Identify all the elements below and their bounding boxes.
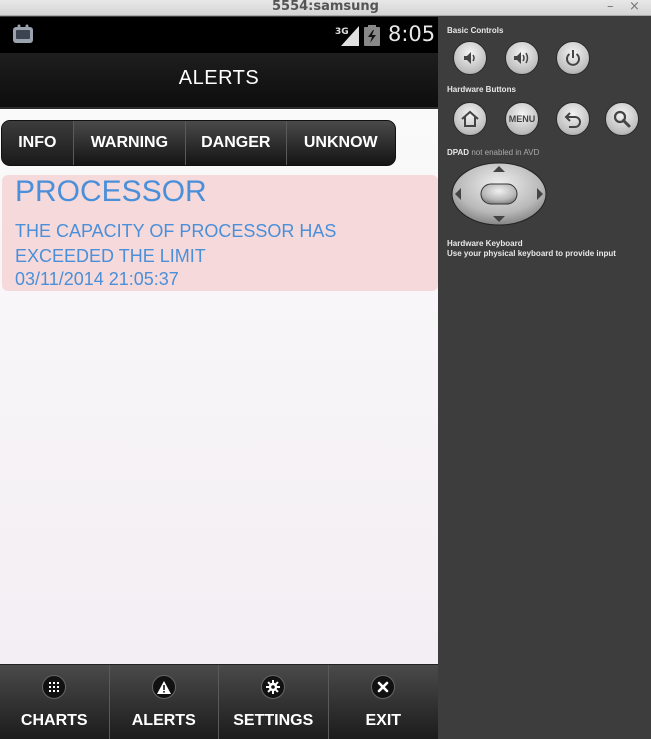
gear-icon: [261, 675, 286, 699]
back-button[interactable]: [556, 102, 590, 136]
tab-alerts[interactable]: ALERTS: [110, 665, 219, 739]
filter-warning[interactable]: WARNING: [74, 121, 187, 165]
filter-info[interactable]: INFO: [2, 121, 74, 165]
status-bar: 3G 8:05: [0, 17, 438, 53]
volume-down-button[interactable]: [453, 41, 487, 75]
alerts-content: INFO WARNING DANGER UNKNOW PROCESSOR THE…: [0, 109, 438, 664]
power-icon: [566, 50, 580, 66]
dpad-note: not enabled in AVD: [471, 148, 540, 157]
bottom-tab-bar: CHARTS ALERTS SETTINGS EXIT: [0, 664, 438, 739]
tab-label: CHARTS: [20, 712, 88, 729]
volume-down-icon: [464, 52, 475, 64]
hardware-buttons-label: Hardware Buttons: [447, 85, 516, 94]
tab-settings[interactable]: SETTINGS: [219, 665, 329, 739]
page-title: ALERTS: [178, 67, 260, 89]
tab-charts[interactable]: CHARTS: [0, 665, 110, 739]
network-type: 3G: [335, 27, 349, 37]
warning-icon: [151, 675, 176, 699]
tab-exit[interactable]: EXIT: [329, 665, 439, 739]
status-clock: 8:05: [388, 22, 436, 46]
alert-message: THE CAPACITY OF PROCESSOR HAS EXCEEDED T…: [15, 221, 337, 266]
filter-unknown[interactable]: UNKNOW: [287, 121, 395, 165]
tab-label: ALERTS: [131, 712, 196, 729]
battery-icon: [364, 25, 380, 46]
minimize-button[interactable]: –: [607, 0, 614, 14]
android-app-icon: [13, 24, 33, 43]
close-window-button[interactable]: ×: [629, 0, 640, 14]
alert-title: PROCESSOR: [15, 175, 207, 208]
emulator-control-panel: Basic Controls Hardware Buttons MENU DPA…: [438, 17, 651, 739]
power-button[interactable]: [556, 41, 590, 75]
dpad-label: DPAD not enabled in AVD: [447, 148, 539, 157]
alert-timestamp: 03/11/2014 21:05:37: [15, 269, 179, 289]
severity-filter: INFO WARNING DANGER UNKNOW: [1, 120, 396, 166]
search-icon: [613, 110, 631, 128]
emulator-window: 5554:samsung – × 3G 8:05 ALERTS INFO WAR…: [0, 0, 651, 739]
tab-label: SETTINGS: [233, 712, 314, 729]
home-button[interactable]: [453, 102, 487, 136]
volume-up-icon: [514, 52, 529, 64]
tab-label: EXIT: [365, 712, 402, 729]
close-icon: [371, 675, 396, 699]
hardware-keyboard-note: Use your physical keyboard to provide in…: [447, 249, 616, 258]
phone-screen: 3G 8:05 ALERTS INFO WARNING DANGER UNKNO…: [0, 17, 438, 739]
dpad-label-text: DPAD: [447, 148, 470, 157]
basic-controls-label: Basic Controls: [447, 26, 504, 35]
alert-item[interactable]: PROCESSOR THE CAPACITY OF PROCESSOR HAS …: [2, 175, 438, 291]
menu-button[interactable]: MENU: [505, 102, 539, 136]
filter-danger[interactable]: DANGER: [186, 121, 287, 165]
signal-icon: 3G: [335, 26, 359, 46]
search-button[interactable]: [605, 102, 639, 136]
grid-icon: [42, 675, 67, 699]
action-bar: ALERTS: [0, 53, 438, 109]
volume-up-button[interactable]: [505, 41, 539, 75]
hardware-keyboard-label: Hardware Keyboard: [447, 239, 523, 248]
window-title: 5554:samsung: [272, 0, 379, 14]
menu-button-label: MENU: [508, 114, 536, 124]
back-icon: [564, 112, 581, 128]
window-titlebar: 5554:samsung – ×: [0, 0, 651, 16]
home-icon: [461, 110, 479, 127]
dpad[interactable]: [451, 162, 547, 226]
